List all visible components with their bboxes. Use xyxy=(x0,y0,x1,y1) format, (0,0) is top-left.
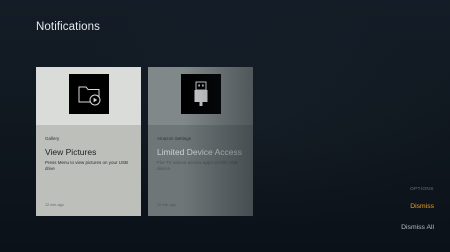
folder-play-icon xyxy=(69,74,109,114)
options-heading: OPTIONS xyxy=(410,187,434,192)
card-thumbnail xyxy=(36,67,141,125)
notification-description: Press Menu to view pictures on your USB … xyxy=(45,160,129,171)
notification-card-device-access[interactable]: Amazon Settings Limited Device Access Fi… xyxy=(148,67,253,216)
page-title: Notifications xyxy=(36,21,100,33)
card-shade xyxy=(183,67,253,216)
notification-source: Gallery xyxy=(45,136,60,141)
notification-title: View Pictures xyxy=(45,147,97,157)
notification-time: 12 min ago xyxy=(157,203,176,207)
dismiss-all-button[interactable]: Dismiss All xyxy=(401,224,434,231)
notification-time: 12 min ago xyxy=(45,203,64,207)
dismiss-button[interactable]: Dismiss xyxy=(410,203,434,210)
notification-card-gallery[interactable]: Gallery View Pictures Press Menu to view… xyxy=(36,67,141,216)
